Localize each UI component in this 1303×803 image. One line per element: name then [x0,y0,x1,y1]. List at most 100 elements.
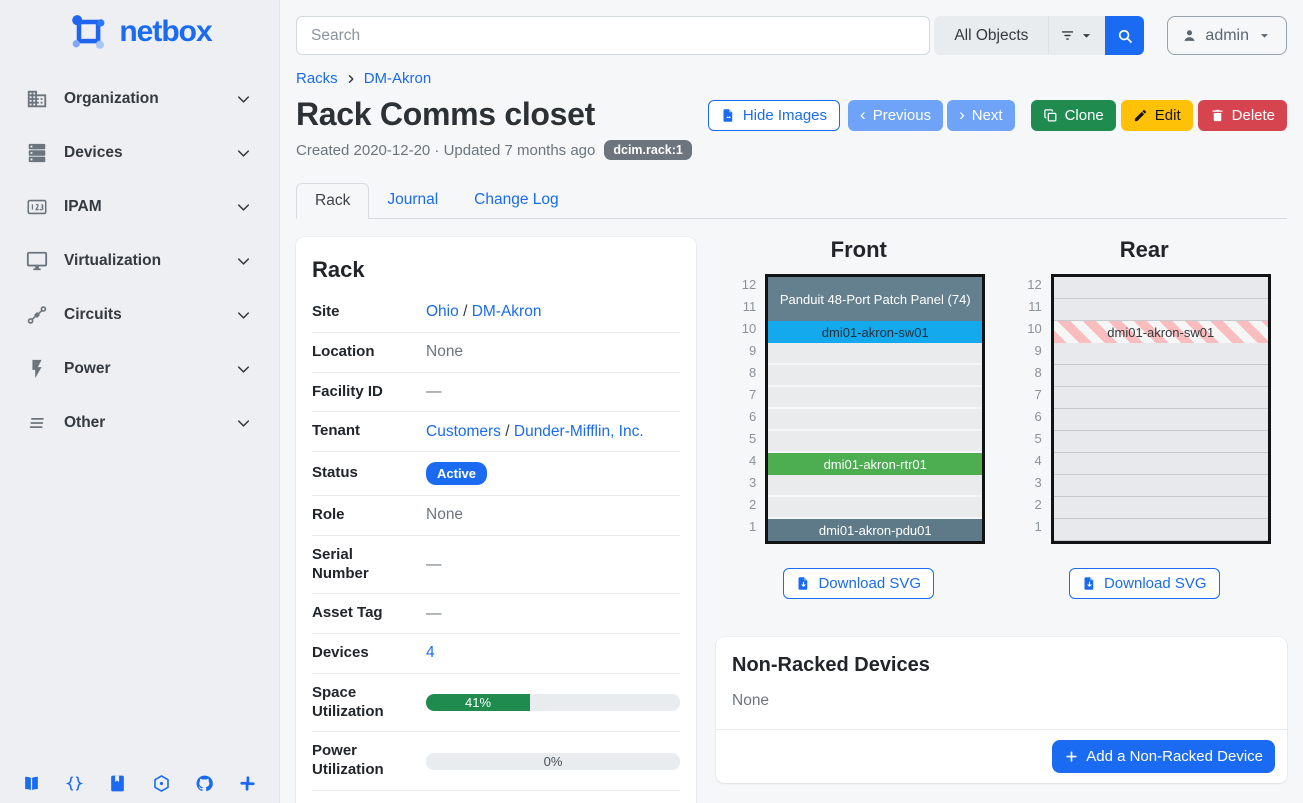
docs-icon[interactable] [22,774,41,793]
community-icon[interactable] [152,774,171,793]
space-utilization-fill: 41% [426,694,530,711]
unit-numbers: 121110987654321 [1018,274,1042,544]
previous-label: Previous [873,107,931,124]
user-menu-button[interactable]: admin [1167,16,1287,55]
sidebar-item-devices[interactable]: Devices [0,126,279,180]
sidebar-item-label: Organization [64,90,218,108]
crud-group: Clone Edit Delete [1031,100,1287,131]
clone-label: Clone [1065,107,1104,124]
github-icon[interactable] [195,774,214,793]
front-rack-diagram: Panduit 48-Port Patch Panel (74)dmi01-ak… [765,274,985,544]
download-svg-front-button[interactable]: Download SVG [783,568,934,599]
edit-button[interactable]: Edit [1121,100,1193,131]
sidebar-item-label: Circuits [64,306,218,324]
rack-empty-slot[interactable] [1054,277,1268,299]
copy-icon [1043,108,1058,123]
chevron-down-icon [234,198,253,217]
header-actions: Hide Images ‹ Previous › Next Clone [708,100,1287,131]
add-non-racked-device-button[interactable]: Add a Non-Racked Device [1052,740,1275,773]
rack-empty-slot[interactable] [1054,387,1268,409]
unit-numbers: 121110987654321 [732,274,756,544]
search-submit-button[interactable] [1105,16,1144,55]
unit-number: 6 [732,406,756,428]
prev-next-group: ‹ Previous › Next [848,100,1015,131]
delete-button[interactable]: Delete [1198,100,1287,131]
unit-number: 1 [1018,516,1042,538]
object-type-button[interactable]: All Objects [934,16,1048,55]
sidebar-item-power[interactable]: Power [0,342,279,396]
unit-number: 5 [732,428,756,450]
rack-empty-slot[interactable] [1054,519,1268,541]
rack-device[interactable]: Panduit 48-Port Patch Panel (74) [768,277,982,321]
netbox-logo[interactable]: netbox [0,0,279,72]
location-value: None [412,343,680,361]
tab-rack[interactable]: Rack [296,183,369,219]
tenant-link[interactable]: Dunder-Mifflin, Inc. [514,423,644,440]
rack-empty-slot[interactable] [768,343,982,365]
breadcrumb-link-racks[interactable]: Racks [296,70,338,87]
rack-empty-slot[interactable] [768,431,982,453]
sidebar-item-organization[interactable]: Organization [0,72,279,126]
tab-bar: Rack Journal Change Log [296,183,1287,219]
rack-device[interactable]: dmi01-akron-rtr01 [768,453,982,475]
download-svg-rear-button[interactable]: Download SVG [1069,568,1220,599]
organization-icon [26,88,48,110]
unit-number: 9 [732,340,756,362]
previous-button[interactable]: ‹ Previous [848,100,943,131]
rack-device[interactable]: dmi01-akron-sw01 [768,321,982,343]
site-group-link[interactable]: Ohio [426,303,459,320]
site-link[interactable]: DM-Akron [472,303,542,320]
sidebar-item-label: Other [64,414,218,432]
unit-number: 3 [732,472,756,494]
caret-down-icon [1078,27,1095,44]
sidebar-item-other[interactable]: Other [0,396,279,450]
tenant-group-link[interactable]: Customers [426,423,501,440]
rack-empty-slot[interactable] [768,409,982,431]
chevron-down-icon [234,306,253,325]
space-utilization-bar: 41% [426,694,680,711]
rack-empty-slot[interactable] [1054,409,1268,431]
rack-empty-slot[interactable] [1054,475,1268,497]
tab-journal[interactable]: Journal [369,183,456,218]
slack-icon[interactable] [238,774,257,793]
row-power-utilization: Power Utilization 0% [312,732,680,791]
panel-title: Rack [312,257,680,283]
rack-empty-slot[interactable] [1054,299,1268,321]
search-input[interactable] [296,16,930,55]
next-button[interactable]: › Next [947,100,1015,131]
netbox-logo-text: netbox [119,15,211,49]
unit-number: 8 [732,362,756,384]
breadcrumb-link-site[interactable]: DM-Akron [364,70,432,87]
filter-dropdown-button[interactable] [1048,16,1105,55]
hide-images-button[interactable]: Hide Images [708,100,840,131]
rack-device[interactable]: dmi01-akron-pdu01 [768,519,982,541]
sidebar-item-ipam[interactable]: IPAM [0,180,279,234]
rack-empty-slot[interactable] [768,475,982,497]
search-icon [1116,27,1134,45]
rack-empty-slot[interactable] [1054,497,1268,519]
journal-icon[interactable] [108,774,127,793]
api-icon[interactable] [65,774,84,793]
rack-device[interactable]: dmi01-akron-sw01 [1054,321,1268,343]
rack-empty-slot[interactable] [768,365,982,387]
row-devices: Devices 4 [312,634,680,674]
non-racked-devices-panel: Non-Racked Devices None Add a Non-Racked… [716,637,1287,783]
rack-empty-slot[interactable] [1054,431,1268,453]
clone-button[interactable]: Clone [1031,100,1116,131]
sidebar-item-circuits[interactable]: Circuits [0,288,279,342]
power-icon [26,358,48,380]
rack-empty-slot[interactable] [1054,453,1268,475]
rack-empty-slot[interactable] [768,497,982,519]
sidebar-item-virtualization[interactable]: Virtualization [0,234,279,288]
main-content: All Objects admin [280,0,1303,803]
unit-number: 2 [732,494,756,516]
other-icon [26,412,48,434]
netbox-logo-mark-icon [67,12,111,52]
rack-empty-slot[interactable] [1054,365,1268,387]
role-value: None [412,506,680,524]
unit-number: 12 [732,274,756,296]
rack-empty-slot[interactable] [1054,343,1268,365]
rack-empty-slot[interactable] [768,387,982,409]
devices-count-link[interactable]: 4 [426,644,435,661]
tab-change-log[interactable]: Change Log [456,183,576,218]
